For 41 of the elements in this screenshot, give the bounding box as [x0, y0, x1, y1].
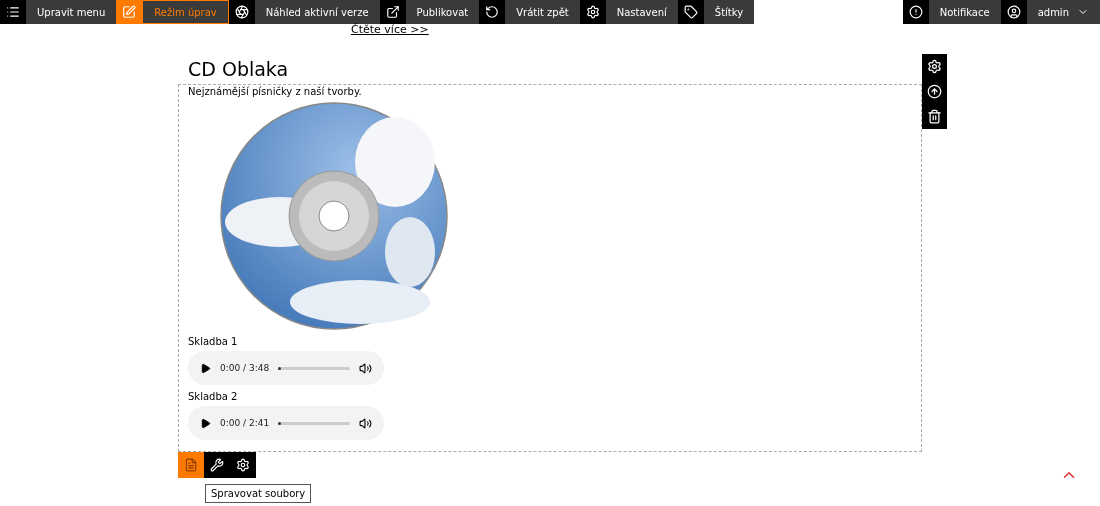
- toolbar-button[interactable]: Režim úprav: [142, 0, 229, 24]
- notifications-button[interactable]: Notifikace: [928, 0, 1001, 24]
- track-name: Skladba 1: [188, 336, 239, 348]
- play-icon[interactable]: [200, 417, 211, 429]
- tool-button[interactable]: [204, 452, 230, 478]
- aperture-icon[interactable]: [228, 0, 255, 24]
- track-name: Skladba 2: [188, 391, 239, 403]
- progress-fill[interactable]: [278, 366, 282, 370]
- gear-icon: [236, 458, 250, 472]
- external-link-icon[interactable]: [379, 0, 406, 24]
- track-time: 0:00 / 3:48: [220, 363, 270, 373]
- undo-icon[interactable]: [479, 0, 506, 24]
- settings-icon[interactable]: [927, 59, 942, 74]
- toolbar-button[interactable]: Vrátit zpět: [505, 0, 580, 24]
- toolbar-button[interactable]: Náhled aktivní verze: [254, 0, 380, 24]
- document-icon: [184, 458, 198, 472]
- toolbar-button[interactable]: Publikovat: [405, 0, 480, 24]
- wrench-icon: [210, 458, 224, 472]
- article-title: CD Oblaka: [188, 57, 290, 82]
- read-more-link[interactable]: Čtěte více >>: [351, 24, 429, 36]
- user-menu-button[interactable]: admin: [1026, 0, 1100, 24]
- play-icon[interactable]: [200, 362, 211, 374]
- tool-button[interactable]: [230, 452, 256, 478]
- tag-icon[interactable]: [677, 0, 704, 24]
- volume-icon[interactable]: [359, 361, 372, 375]
- toolbar-button[interactable]: Štítky: [703, 0, 755, 24]
- audio-player[interactable]: 0:00 / 2:41: [188, 406, 384, 440]
- audio-player[interactable]: 0:00 / 3:48: [188, 351, 384, 385]
- user-icon[interactable]: [1000, 0, 1027, 24]
- description: Nejznámější písničky z naší tvorby.: [188, 85, 363, 98]
- arrow-up-icon[interactable]: [927, 84, 942, 99]
- track-time: 0:00 / 2:41: [220, 418, 270, 428]
- alert-icon[interactable]: [902, 0, 929, 24]
- tooltip: Spravovat soubory: [205, 484, 312, 503]
- trash-icon[interactable]: [927, 109, 942, 124]
- toolbar-button[interactable]: Upravit menu: [26, 0, 117, 24]
- toolbar-button[interactable]: Nastavení: [605, 0, 678, 24]
- volume-icon[interactable]: [359, 416, 372, 430]
- settings-icon[interactable]: [579, 0, 606, 24]
- menu-icon[interactable]: [0, 0, 26, 24]
- progress-fill[interactable]: [278, 421, 282, 425]
